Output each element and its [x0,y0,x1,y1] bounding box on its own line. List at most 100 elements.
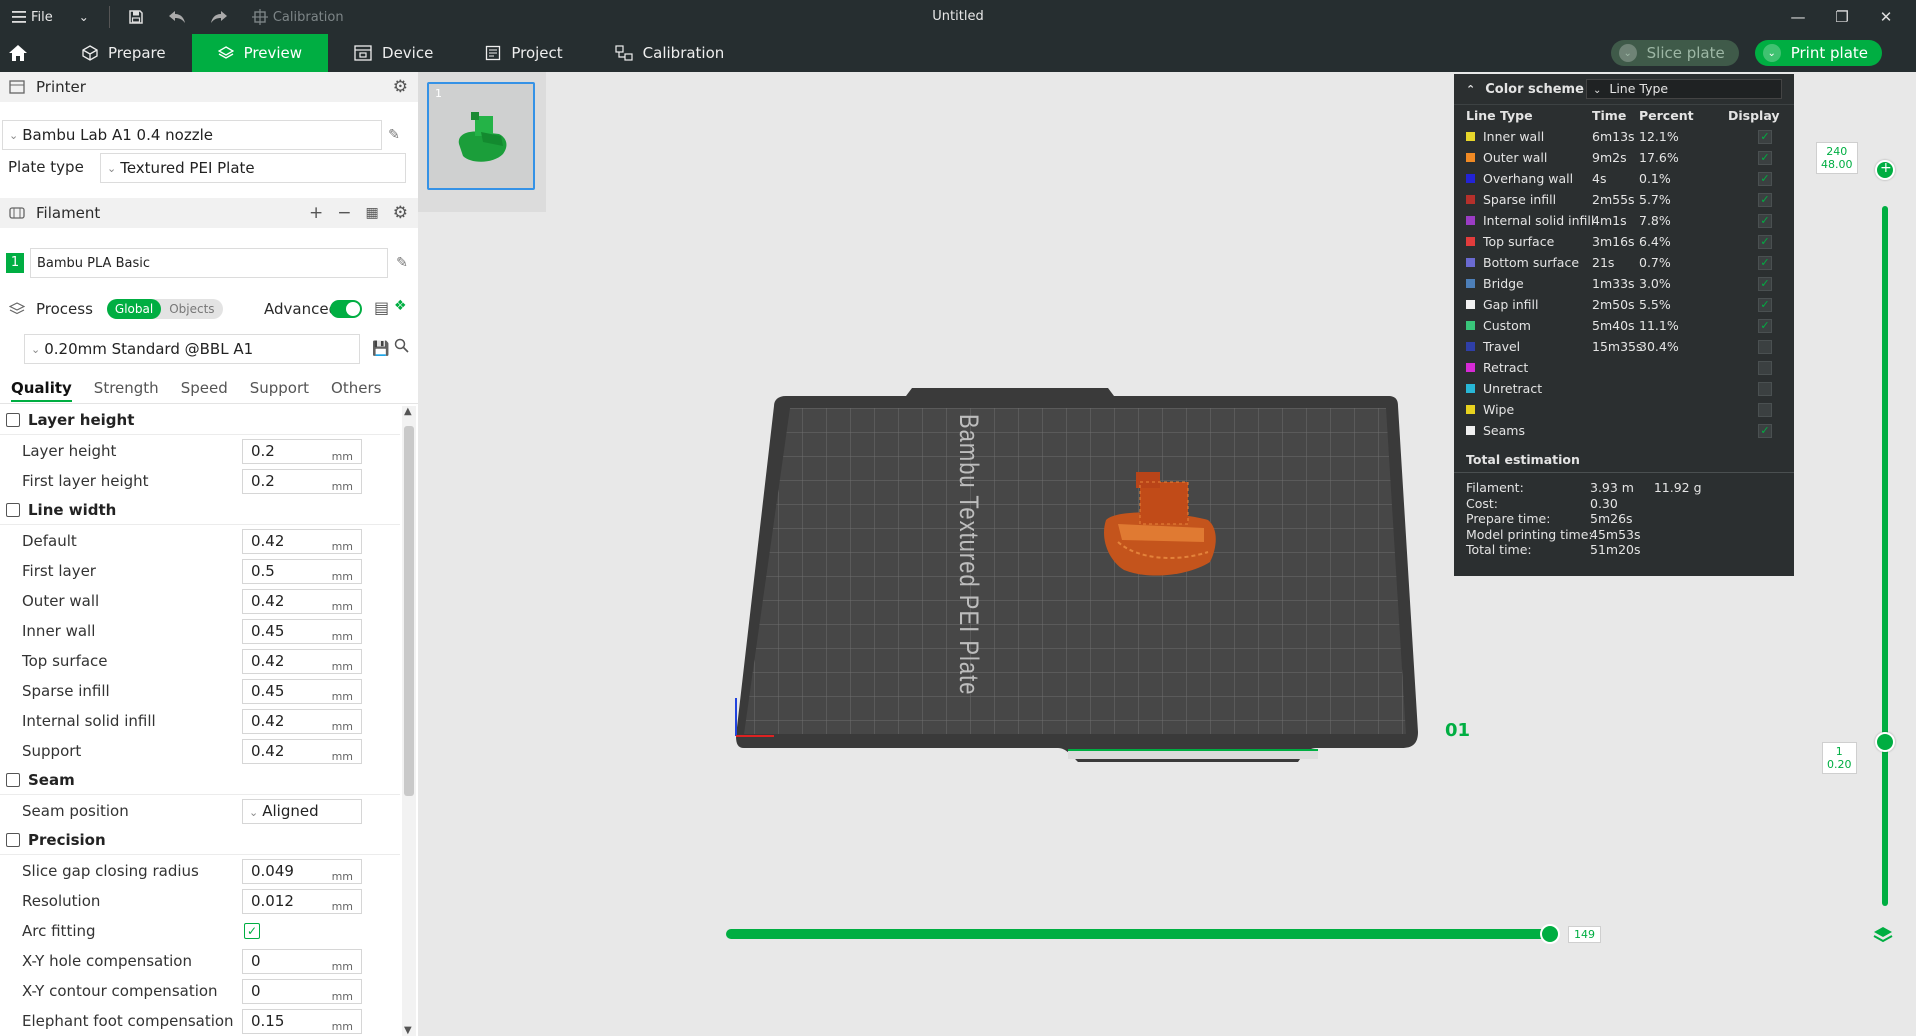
legend-display-checkbox[interactable]: ✓ [1758,277,1772,291]
tab-strength[interactable]: Strength [83,372,170,404]
redo-button[interactable] [198,0,240,34]
legend-display-checkbox[interactable] [1758,403,1772,417]
legend-line-type: Sparse infill [1483,192,1557,207]
legend-display-checkbox[interactable]: ✓ [1758,130,1772,144]
param-input[interactable]: 0.42 mm [242,528,362,554]
home-button[interactable] [0,34,36,72]
param-input[interactable]: 0.2 mm [242,468,362,494]
legend-display-checkbox[interactable]: ✓ [1758,172,1772,186]
edit-filament-icon[interactable]: ✎ [394,255,410,271]
undo-button[interactable] [156,0,198,34]
restore-button[interactable]: ❐ [1820,0,1864,34]
file-menu-button[interactable]: File [0,0,65,34]
chevron-down-icon: ⌄ [9,128,19,142]
layers-toggle-icon[interactable] [1872,924,1894,946]
filament-settings-gear-icon[interactable]: ⚙ [393,203,408,223]
minimize-button[interactable]: — [1776,0,1820,34]
legend-display-checkbox[interactable]: ✓ [1758,256,1772,270]
hamburger-icon [12,11,26,23]
save-preset-icon[interactable]: 💾 [372,341,389,357]
edit-printer-icon[interactable]: ✎ [386,127,402,143]
tab-speed[interactable]: Speed [170,372,239,404]
legend-display-checkbox[interactable] [1758,340,1772,354]
tab-project[interactable]: Project [459,34,588,72]
tab-others[interactable]: Others [320,372,392,404]
param-input[interactable]: 0.45 mm [242,678,362,704]
printer-settings-gear-icon[interactable]: ⚙ [393,77,408,97]
legend-display-checkbox[interactable]: ✓ [1758,298,1772,312]
seam-position-select[interactable]: ⌄ Aligned [242,798,362,824]
close-icon: ✕ [1879,8,1893,26]
top-layer-handle[interactable]: + [1875,160,1895,180]
legend-color-swatch [1466,300,1475,309]
file-dropdown-button[interactable]: ⌄ [65,0,103,34]
legend-display-checkbox[interactable]: ✓ [1758,235,1772,249]
advanced-label: Advanced [264,300,339,318]
tab-support[interactable]: Support [239,372,320,404]
scroll-up-arrow-icon[interactable]: ▲ [404,406,412,417]
process-preset-select[interactable]: ⌄ 0.20mm Standard @BBL A1 [24,334,360,364]
chevron-down-icon[interactable]: ⌄ [1762,44,1781,62]
param-input[interactable]: 0.42 mm [242,648,362,674]
param-input[interactable]: 0 mm [242,948,362,974]
param-input[interactable]: 0.42 mm [242,738,362,764]
estimate-value: 0.30 [1590,495,1618,511]
printer-select[interactable]: ⌄ Bambu Lab A1 0.4 nozzle [2,120,382,150]
arc-fitting-checkbox[interactable]: ✓ [244,923,260,939]
tab-preview[interactable]: Preview [191,34,329,72]
param-input[interactable]: 0.049 mm [242,858,362,884]
global-scope-pill[interactable]: Global [106,299,162,319]
bottom-layer-handle[interactable] [1875,732,1895,752]
scroll-down-arrow-icon[interactable]: ▼ [404,1025,412,1036]
legend-display-checkbox[interactable]: ✓ [1758,424,1772,438]
legend-display-checkbox[interactable] [1758,361,1772,375]
legend-display-checkbox[interactable]: ✓ [1758,319,1772,333]
param-row: First layer 0.5 mm [0,556,400,586]
move-progress-slider[interactable] [726,929,1546,939]
legend-row: Bottom surface 21s 0.7% ✓ [1454,252,1794,273]
legend-display-checkbox[interactable]: ✓ [1758,214,1772,228]
legend-line-type: Inner wall [1483,129,1545,144]
param-input[interactable]: 0.012 mm [242,888,362,914]
plate-type-select[interactable]: ⌄ Textured PEI Plate [100,153,406,183]
param-label: Inner wall [22,622,96,640]
process-list-icon[interactable]: ▤ [374,298,389,317]
tab-device[interactable]: Device [328,34,459,72]
collapse-chevron-icon[interactable]: ⌃ [1466,83,1475,96]
param-input[interactable]: 0.2 mm [242,438,362,464]
layer-range-slider[interactable] [1882,206,1888,906]
filament-sync-icon[interactable]: ▦ [366,205,379,221]
params-scroll-thumb[interactable] [404,426,414,796]
legend-display-checkbox[interactable]: ✓ [1758,193,1772,207]
param-input[interactable]: 0.45 mm [242,618,362,644]
chevron-down-icon[interactable]: ⌄ [1618,44,1637,62]
print-plate-button[interactable]: ⌄ Print plate [1754,40,1882,66]
param-input[interactable]: 0 mm [242,978,362,1004]
process-compare-icon[interactable]: ❖ [394,298,407,314]
filament-select[interactable]: Bambu PLA Basic [30,248,388,278]
tab-quality[interactable]: Quality [0,372,83,404]
calibration-tool-button[interactable]: Calibration [240,0,356,34]
remove-filament-icon[interactable]: − [337,203,351,223]
move-progress-handle[interactable] [1540,924,1560,944]
save-button[interactable] [116,0,156,34]
tab-calibration[interactable]: Calibration [589,34,751,72]
param-input[interactable]: 0.42 mm [242,588,362,614]
objects-scope-pill[interactable]: Objects [161,299,222,319]
legend-display-checkbox[interactable] [1758,382,1772,396]
tab-prepare[interactable]: Prepare [56,34,192,72]
close-button[interactable]: ✕ [1864,0,1908,34]
param-input[interactable]: 0.5 mm [242,558,362,584]
legend-display-checkbox[interactable]: ✓ [1758,151,1772,165]
params-scrollbar[interactable]: ▲ ▼ [402,406,416,1036]
legend-line-type: Unretract [1483,381,1543,396]
param-input[interactable]: 0.42 mm [242,708,362,734]
search-icon[interactable] [394,338,409,357]
add-filament-icon[interactable]: + [309,203,323,223]
slice-plate-button[interactable]: ⌄ Slice plate [1610,40,1739,66]
legend-time: 21s [1592,255,1615,270]
3d-preview-viewport[interactable]: 1 Bambu Textured PEI Plate 01 ⌃ Color sc… [418,72,1916,1036]
color-scheme-select[interactable]: ⌄ Line Type [1586,79,1782,99]
advanced-toggle[interactable] [330,300,362,318]
param-input[interactable]: 0.15 mm [242,1008,362,1034]
